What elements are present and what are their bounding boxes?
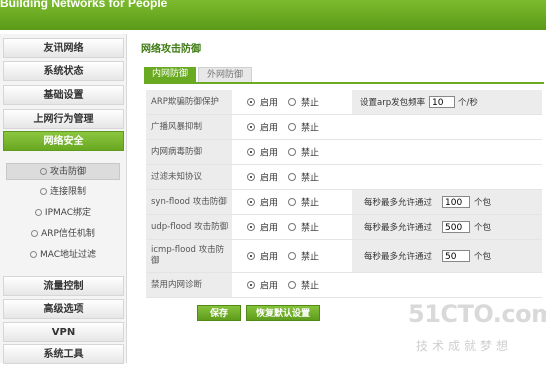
subitem-arp-trust[interactable]: ARP信任机制 xyxy=(6,226,120,243)
enable-radio[interactable] xyxy=(247,223,255,231)
sidebar-item-traffic-control[interactable]: 流量控制 xyxy=(3,276,124,296)
enable-radio[interactable] xyxy=(247,252,255,260)
subitem-connection-limit[interactable]: 连接限制 xyxy=(6,184,120,201)
enable-label: 启用 xyxy=(260,223,279,234)
enable-radio[interactable] xyxy=(247,98,255,106)
page-title: 网络攻击防御 xyxy=(141,44,201,55)
setting-row-virus-defense: 内网病毒防御 启用 禁止 xyxy=(146,140,542,165)
enable-label: 启用 xyxy=(260,173,279,184)
disable-label: 禁止 xyxy=(301,223,320,234)
bullet-icon xyxy=(34,209,42,216)
setting-label: syn-flood 攻击防御 xyxy=(146,190,232,214)
setting-row-icmp-flood: icmp-flood 攻击防御 启用 禁止 每秒最多允许通过 50 个包 xyxy=(146,240,542,273)
save-button[interactable]: 保存 xyxy=(197,305,241,321)
disable-label: 禁止 xyxy=(301,123,320,134)
setting-label: 禁用内网诊断 xyxy=(146,273,232,297)
subitem-label: MAC地址过滤 xyxy=(39,250,97,260)
tab-lan-defense[interactable]: 内网防御 xyxy=(144,67,197,82)
disable-label: 禁止 xyxy=(301,173,320,184)
setting-label: icmp-flood 攻击防御 xyxy=(146,240,232,272)
bullet-icon xyxy=(39,188,47,195)
extra-suffix: 个包 xyxy=(474,252,492,262)
sidebar-item-system-tools[interactable]: 系统工具 xyxy=(3,344,124,364)
sidebar-item-dlink-network[interactable]: 友讯网络 xyxy=(3,38,124,58)
subitem-label: 连接限制 xyxy=(49,187,86,197)
bullet-icon xyxy=(29,251,37,258)
sidebar: 友讯网络 系统状态 基础设置 上网行为管理 网络安全 攻击防御 连接限制 IPM… xyxy=(0,34,127,364)
sidebar-item-network-security[interactable]: 网络安全 xyxy=(3,131,124,151)
disable-label: 禁止 xyxy=(301,252,320,263)
tab-underline xyxy=(144,82,544,84)
syn-flood-limit: 每秒最多允许通过 100 个包 xyxy=(352,190,542,214)
enable-radio[interactable] xyxy=(247,173,255,181)
setting-row-unknown-protocol: 过滤未知协议 启用 禁止 xyxy=(146,165,542,190)
disable-radio[interactable] xyxy=(288,148,296,156)
extra-prefix: 每秒最多允许通过 xyxy=(364,252,433,262)
subitem-attack-defense[interactable]: 攻击防御 xyxy=(6,163,120,180)
watermark-slogan: 技术成就梦想 xyxy=(416,339,513,353)
icmp-flood-limit: 每秒最多允许通过 50 个包 xyxy=(352,240,542,272)
udp-flood-limit: 每秒最多允许通过 500 个包 xyxy=(352,215,542,239)
disable-radio[interactable] xyxy=(288,252,296,260)
setting-label: 内网病毒防御 xyxy=(146,140,232,164)
watermark-logo: 51CTO.com xyxy=(408,300,546,328)
udp-flood-input[interactable]: 500 xyxy=(442,221,470,233)
setting-label: 广播风暴抑制 xyxy=(146,115,232,139)
setting-row-udp-flood: udp-flood 攻击防御 启用 禁止 每秒最多允许通过 500 个包 xyxy=(146,215,542,240)
disable-radio[interactable] xyxy=(288,173,296,181)
disable-radio[interactable] xyxy=(288,198,296,206)
disable-radio[interactable] xyxy=(288,98,296,106)
enable-radio[interactable] xyxy=(247,198,255,206)
disable-radio[interactable] xyxy=(288,123,296,131)
extra-suffix: 个包 xyxy=(474,198,492,208)
top-banner: Building Networks for People xyxy=(0,0,546,30)
disable-label: 禁止 xyxy=(301,281,320,292)
enable-radio[interactable] xyxy=(247,148,255,156)
arp-rate-input[interactable]: 10 xyxy=(429,96,455,108)
subitem-label: ARP信任机制 xyxy=(41,229,95,239)
disable-label: 禁止 xyxy=(301,198,320,209)
setting-label: 过滤未知协议 xyxy=(146,165,232,189)
setting-row-broadcast-storm: 广播风暴抑制 启用 禁止 xyxy=(146,115,542,140)
setting-row-arp: ARP欺骗防御保护 启用 禁止 设置arp发包频率 10 个/秒 xyxy=(146,90,542,115)
syn-flood-input[interactable]: 100 xyxy=(442,196,470,208)
subitem-label: 攻击防御 xyxy=(49,167,86,177)
sidebar-item-system-status[interactable]: 系统状态 xyxy=(3,61,124,81)
enable-label: 启用 xyxy=(260,252,279,263)
bullet-icon xyxy=(39,168,47,175)
disable-label: 禁止 xyxy=(301,98,320,109)
arp-rate-setting: 设置arp发包频率 10 个/秒 xyxy=(352,90,542,114)
extra-suffix: 个包 xyxy=(474,223,492,233)
bullet-icon xyxy=(31,230,39,237)
icmp-flood-input[interactable]: 50 xyxy=(442,250,470,262)
sidebar-item-behavior-management[interactable]: 上网行为管理 xyxy=(3,109,124,129)
subitem-label: IPMAC绑定 xyxy=(44,208,92,218)
extra-prefix: 每秒最多允许通过 xyxy=(364,198,433,208)
enable-label: 启用 xyxy=(260,148,279,159)
enable-label: 启用 xyxy=(260,123,279,134)
subitem-ipmac-binding[interactable]: IPMAC绑定 xyxy=(6,205,120,222)
sidebar-item-vpn[interactable]: VPN xyxy=(3,322,124,342)
setting-label: ARP欺骗防御保护 xyxy=(146,90,232,114)
subitem-mac-filter[interactable]: MAC地址过滤 xyxy=(6,247,120,264)
watermark: 51CTO.com 技术成就梦想 xyxy=(400,300,546,363)
disable-label: 禁止 xyxy=(301,148,320,159)
setting-row-disable-diagnosis: 禁用内网诊断 启用 禁止 xyxy=(146,273,542,298)
enable-label: 启用 xyxy=(260,281,279,292)
extra-suffix: 个/秒 xyxy=(458,98,478,108)
sidebar-item-advanced-options[interactable]: 高级选项 xyxy=(3,299,124,319)
enable-radio[interactable] xyxy=(247,281,255,289)
enable-label: 启用 xyxy=(260,198,279,209)
restore-defaults-button[interactable]: 恢复默认设置 xyxy=(246,305,320,321)
setting-label: udp-flood 攻击防御 xyxy=(146,215,232,239)
extra-prefix: 每秒最多允许通过 xyxy=(364,223,433,233)
disable-radio[interactable] xyxy=(288,281,296,289)
setting-row-syn-flood: syn-flood 攻击防御 启用 禁止 每秒最多允许通过 100 个包 xyxy=(146,190,542,215)
disable-radio[interactable] xyxy=(288,223,296,231)
enable-radio[interactable] xyxy=(247,123,255,131)
sidebar-item-basic-settings[interactable]: 基础设置 xyxy=(3,85,124,105)
enable-label: 启用 xyxy=(260,98,279,109)
brand-slogan: Building Networks for People xyxy=(0,0,168,10)
extra-prefix: 设置arp发包频率 xyxy=(360,98,426,108)
